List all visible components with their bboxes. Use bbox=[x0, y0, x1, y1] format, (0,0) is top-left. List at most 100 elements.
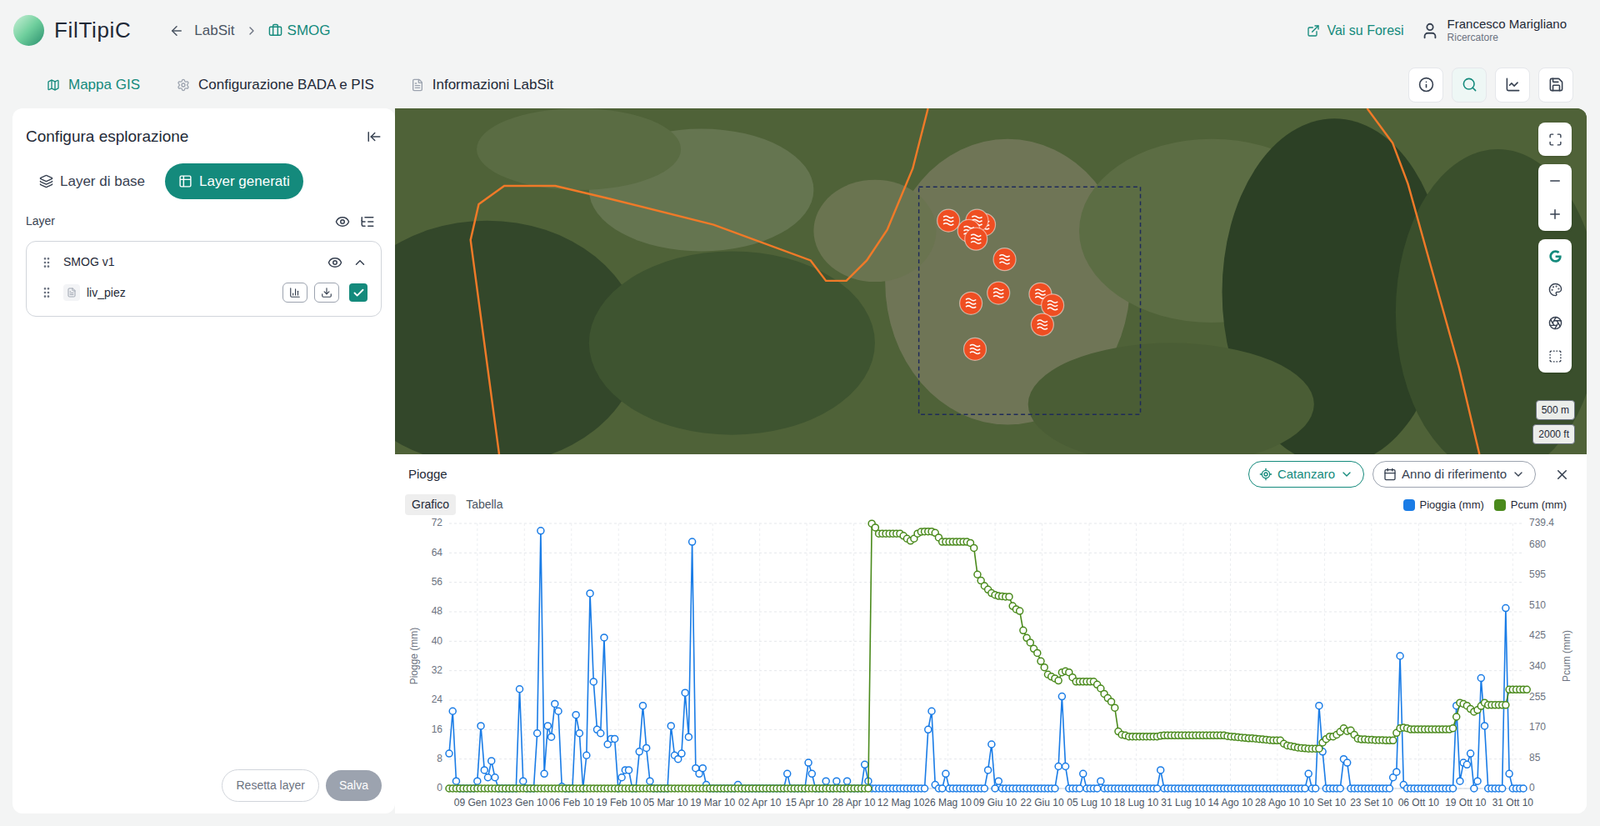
data-point[interactable] bbox=[643, 744, 650, 751]
map-marker[interactable] bbox=[937, 209, 960, 232]
layer-tab[interactable]: Layer di base bbox=[25, 163, 159, 200]
map-marker[interactable] bbox=[1030, 313, 1054, 336]
data-point[interactable] bbox=[611, 735, 619, 742]
data-point[interactable] bbox=[635, 748, 643, 755]
legend-item[interactable]: Pcum (mm) bbox=[1494, 496, 1567, 514]
fullscreen-button[interactable] bbox=[1538, 122, 1572, 156]
data-point[interactable] bbox=[805, 759, 812, 766]
nav-tab[interactable]: Informazioni LabSit bbox=[410, 74, 555, 96]
data-point[interactable] bbox=[995, 777, 1002, 785]
list-icon[interactable] bbox=[360, 214, 375, 230]
data-point[interactable] bbox=[488, 757, 495, 765]
data-point[interactable] bbox=[520, 777, 527, 785]
breadcrumb-item[interactable]: SMOG bbox=[268, 20, 331, 42]
data-point[interactable] bbox=[1055, 677, 1062, 685]
data-point[interactable] bbox=[689, 538, 696, 545]
data-point[interactable] bbox=[861, 760, 869, 768]
data-point[interactable] bbox=[1453, 713, 1460, 720]
nav-tab[interactable]: Mappa GIS bbox=[46, 74, 140, 96]
data-point[interactable] bbox=[1094, 785, 1101, 792]
logo-icon[interactable] bbox=[13, 15, 45, 46]
map-marker[interactable] bbox=[960, 291, 983, 315]
data-point[interactable] bbox=[516, 685, 524, 693]
data-point[interactable] bbox=[991, 785, 999, 792]
data-point[interactable] bbox=[474, 777, 481, 785]
data-point[interactable] bbox=[452, 777, 460, 785]
ai-button[interactable] bbox=[1538, 305, 1572, 340]
data-point[interactable] bbox=[1456, 777, 1464, 785]
data-point[interactable] bbox=[985, 766, 992, 774]
satellite-map[interactable] bbox=[395, 108, 1587, 455]
data-point[interactable] bbox=[1080, 770, 1087, 777]
data-point[interactable] bbox=[534, 730, 541, 737]
toolbar-button[interactable] bbox=[1451, 67, 1487, 103]
data-point[interactable] bbox=[1481, 722, 1489, 730]
data-point[interactable] bbox=[942, 770, 950, 777]
close-icon[interactable] bbox=[1554, 466, 1570, 483]
data-point[interactable] bbox=[491, 774, 499, 781]
map-marker[interactable] bbox=[993, 248, 1016, 271]
location-select[interactable]: Catanzaro bbox=[1248, 460, 1365, 489]
data-point[interactable] bbox=[618, 774, 625, 781]
data-point[interactable] bbox=[921, 785, 929, 792]
data-point[interactable] bbox=[1005, 593, 1013, 600]
data-point[interactable] bbox=[988, 740, 995, 748]
layer-tab[interactable]: Layer generati bbox=[165, 163, 304, 200]
map-marker[interactable] bbox=[965, 227, 988, 250]
data-point[interactable] bbox=[970, 544, 978, 551]
data-point[interactable] bbox=[685, 733, 692, 740]
data-point[interactable] bbox=[1055, 763, 1062, 770]
toolbar-button[interactable] bbox=[1495, 67, 1530, 103]
period-select[interactable]: Anno di riferimento bbox=[1372, 460, 1536, 489]
data-point[interactable] bbox=[808, 770, 815, 777]
map-marker[interactable] bbox=[1041, 294, 1065, 317]
data-point[interactable] bbox=[1449, 725, 1456, 732]
data-point[interactable] bbox=[477, 722, 485, 730]
eye-icon[interactable] bbox=[335, 214, 350, 230]
data-point[interactable] bbox=[583, 751, 590, 759]
data-point[interactable] bbox=[625, 766, 633, 774]
data-point[interactable] bbox=[1034, 649, 1041, 656]
data-point[interactable] bbox=[1058, 693, 1065, 700]
data-point[interactable] bbox=[1075, 785, 1083, 792]
data-point[interactable] bbox=[681, 689, 689, 696]
data-point[interactable] bbox=[980, 785, 988, 792]
data-point[interactable] bbox=[480, 766, 488, 774]
data-point[interactable] bbox=[639, 702, 646, 710]
data-point[interactable] bbox=[1390, 736, 1397, 744]
user-menu[interactable]: Francesco MariglianoRicercatore bbox=[1420, 16, 1567, 45]
data-point[interactable] bbox=[1312, 785, 1320, 792]
layer-checkbox[interactable] bbox=[349, 283, 368, 302]
data-point[interactable] bbox=[1393, 768, 1400, 775]
data-point[interactable] bbox=[1062, 763, 1070, 770]
data-point[interactable] bbox=[1336, 785, 1344, 792]
nav-tab[interactable]: Configurazione BADA e PIS bbox=[176, 74, 375, 96]
data-point[interactable] bbox=[1153, 785, 1160, 792]
data-point[interactable] bbox=[1523, 685, 1530, 693]
data-point[interactable] bbox=[544, 722, 551, 730]
data-point[interactable] bbox=[1502, 701, 1510, 709]
data-point[interactable] bbox=[1474, 777, 1481, 785]
data-point[interactable] bbox=[597, 730, 605, 737]
data-point[interactable] bbox=[540, 770, 548, 777]
data-point[interactable] bbox=[548, 733, 555, 740]
breadcrumb-item[interactable]: LabSit bbox=[194, 20, 235, 42]
data-point[interactable] bbox=[1477, 675, 1485, 682]
data-point[interactable] bbox=[1344, 759, 1351, 766]
back-arrow-icon[interactable] bbox=[169, 23, 185, 39]
data-point[interactable] bbox=[484, 774, 491, 781]
map[interactable]: 500 m2000 ft bbox=[395, 108, 1587, 455]
view-tab[interactable]: Tabella bbox=[459, 494, 510, 515]
data-point[interactable] bbox=[1470, 785, 1478, 792]
data-point[interactable] bbox=[925, 725, 932, 733]
map-marker[interactable] bbox=[987, 281, 1010, 305]
app-logo[interactable]: FilTipiC bbox=[54, 14, 131, 47]
layer-download-button[interactable] bbox=[314, 282, 340, 303]
sidebar-button[interactable]: Salva bbox=[325, 770, 382, 801]
layer-group-row[interactable]: SMOG v1 bbox=[26, 241, 381, 280]
data-point[interactable] bbox=[555, 707, 562, 715]
data-point[interactable] bbox=[1502, 605, 1510, 612]
data-point[interactable] bbox=[1111, 704, 1119, 711]
google-layer-button[interactable] bbox=[1538, 239, 1572, 273]
legend-item[interactable]: Pioggia (mm) bbox=[1403, 496, 1485, 514]
